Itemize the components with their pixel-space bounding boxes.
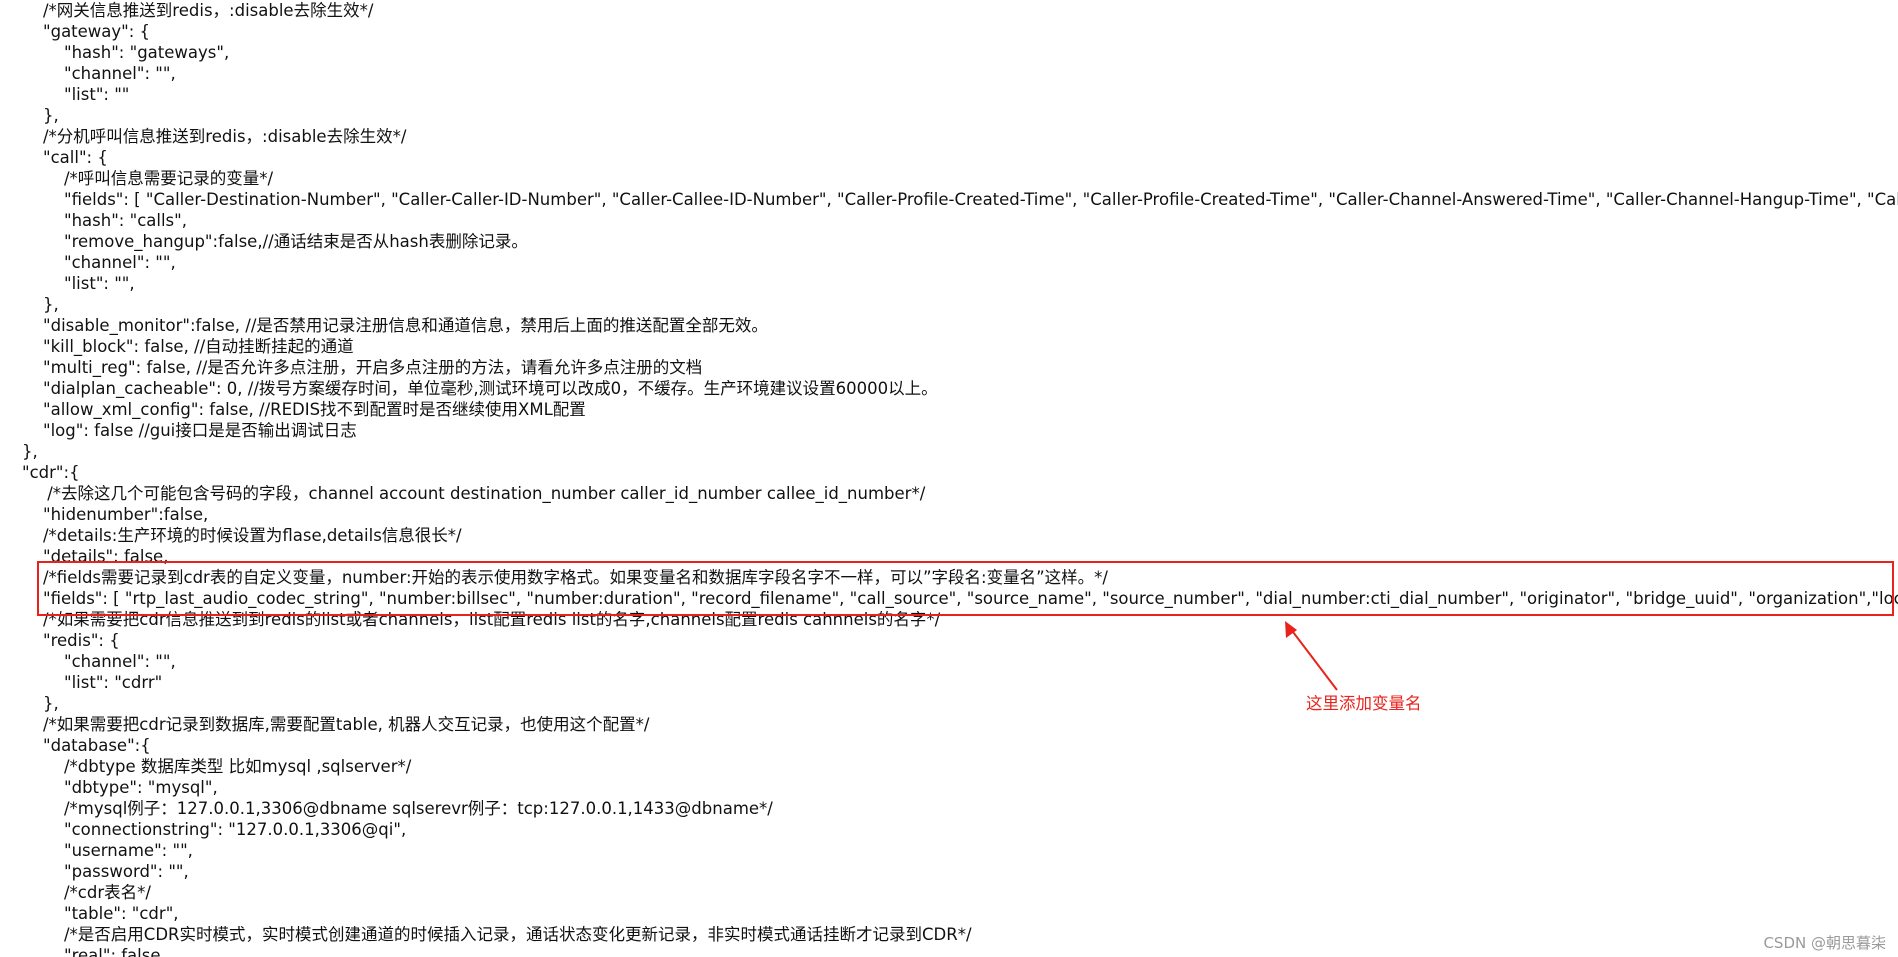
code-line: }, <box>43 694 59 713</box>
code-line: /*如果需要把cdr记录到数据库,需要配置table, 机器人交互记录，也使用这… <box>43 715 650 734</box>
code-line: "dialplan_cacheable": 0, //拨号方案缓存时间，单位毫秒… <box>43 379 938 398</box>
code-line: }, <box>43 106 59 125</box>
code-line: /*呼叫信息需要记录的变量*/ <box>64 169 274 188</box>
code-line: /*是否启用CDR实时模式，实时模式创建通道的时候插入记录，通话状态变化更新记录… <box>64 925 972 944</box>
code-document: /*网关信息推送到redis，:disable去除生效*/ "gateway": … <box>0 0 1898 957</box>
code-line: /*dbtype 数据库类型 比如mysql ,sqlserver*/ <box>64 757 412 776</box>
code-line: /*分机呼叫信息推送到redis，:disable去除生效*/ <box>43 127 407 146</box>
code-line: "allow_xml_config": false, //REDIS找不到配置时… <box>43 400 586 419</box>
code-line: "call": { <box>43 148 108 167</box>
code-line: /*cdr表名*/ <box>64 883 151 902</box>
code-line: "channel": "", <box>64 253 176 272</box>
code-line: "log": false //gui接口是是否输出调试日志 <box>43 421 357 440</box>
code-line: "hidenumber":false, <box>43 505 209 524</box>
code-line: "remove_hangup":false,//通话结束是否从hash表删除记录… <box>64 232 528 251</box>
code-line: "hash": "calls", <box>64 211 187 230</box>
code-line: "redis": { <box>43 631 120 650</box>
code-line: "fields": [ "Caller-Destination-Number",… <box>64 190 1898 209</box>
code-line: "list": "" <box>64 85 130 104</box>
code-line: "channel": "", <box>64 652 176 671</box>
code-line: "kill_block": false, //自动挂断挂起的通道 <box>43 337 354 356</box>
code-line: "gateway": { <box>43 22 151 41</box>
annotation-label: 这里添加变量名 <box>1306 694 1422 713</box>
code-line: }, <box>22 442 38 461</box>
code-line: "password": "", <box>64 862 189 881</box>
code-line: "channel": "", <box>64 64 176 83</box>
code-line: "multi_reg": false, //是否允许多点注册，开启多点注册的方法… <box>43 358 703 377</box>
code-line: "hash": "gateways", <box>64 43 230 62</box>
code-line: "list": "", <box>64 274 135 293</box>
code-line: /*mysql例子：127.0.0.1,3306@dbname sqlserev… <box>64 799 773 818</box>
code-line: "real": false, <box>64 946 166 957</box>
code-line: /*网关信息推送到redis，:disable去除生效*/ <box>43 1 374 20</box>
code-line: "database":{ <box>43 736 151 755</box>
code-line: "username": "", <box>64 841 193 860</box>
highlight-box <box>37 561 1894 616</box>
code-line: }, <box>43 295 59 314</box>
code-line: "connectionstring": "127.0.0.1,3306@qi", <box>64 820 407 839</box>
code-line: "dbtype": "mysql", <box>64 778 218 797</box>
code-line: "table": "cdr", <box>64 904 179 923</box>
code-line: /*details:生产环境的时候设置为flase,details信息很长*/ <box>43 526 462 545</box>
watermark: CSDN @朝思暮柒 <box>1763 934 1886 952</box>
code-line: "disable_monitor":false, //是否禁用记录注册信息和通道… <box>43 316 768 335</box>
code-line: "list": "cdrr" <box>64 673 163 692</box>
code-line: "cdr":{ <box>22 463 80 482</box>
code-line: /*去除这几个可能包含号码的字段，channel account destina… <box>47 484 926 503</box>
